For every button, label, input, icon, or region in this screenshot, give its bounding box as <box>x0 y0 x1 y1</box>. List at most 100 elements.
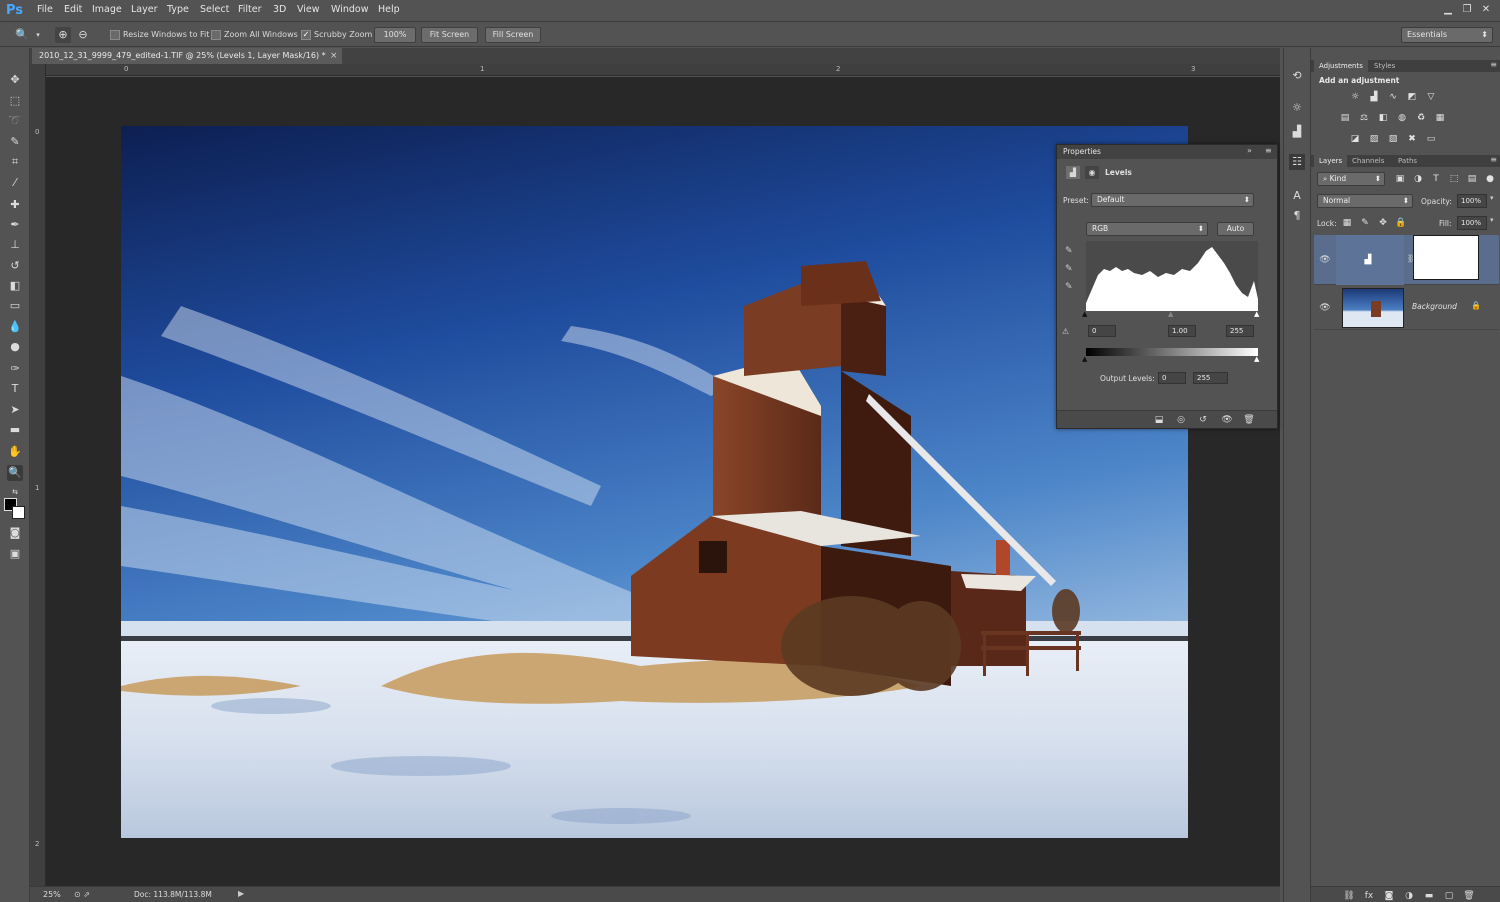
paragraph-panel-icon[interactable]: ¶ <box>1289 208 1305 224</box>
chevron-down-icon[interactable]: ▾ <box>1490 194 1494 202</box>
pen-tool-icon[interactable]: ✑ <box>7 361 23 377</box>
quick-select-tool-icon[interactable]: ✎ <box>7 134 23 150</box>
fill-field[interactable]: 100% <box>1457 216 1487 230</box>
layer-row-background[interactable]: 👁 Background 🔒 <box>1314 286 1499 330</box>
close-tab-icon[interactable]: × <box>330 48 338 64</box>
input-black-field[interactable]: 0 <box>1088 325 1116 337</box>
eyedropper-tool-icon[interactable]: ⁄ <box>7 175 23 191</box>
scrubby-zoom-checkbox[interactable]: ✓ <box>301 30 311 40</box>
preset-select[interactable]: Default ⬍ <box>1091 193 1254 207</box>
workspace-select[interactable]: Essentials ⬍ <box>1401 27 1493 43</box>
tab-layers[interactable]: Layers <box>1314 155 1348 167</box>
gradient-map-icon[interactable]: ▭ <box>1424 133 1438 145</box>
shape-tool-icon[interactable]: ▬ <box>7 422 23 438</box>
path-select-tool-icon[interactable]: ➤ <box>7 402 23 418</box>
invert-icon[interactable]: ◪ <box>1348 133 1362 145</box>
eye-icon[interactable]: 👁 <box>1319 302 1331 314</box>
hand-tool-icon[interactable]: ✋ <box>7 444 23 460</box>
crop-tool-icon[interactable]: ⌗ <box>7 154 23 170</box>
layer-kind-filter[interactable]: ⌕ Kind ⬍ <box>1317 172 1385 186</box>
vibrance-icon[interactable]: ▽ <box>1424 91 1438 103</box>
history-panel-icon[interactable]: ⟲ <box>1289 68 1305 84</box>
input-white-field[interactable]: 255 <box>1226 325 1254 337</box>
auto-button[interactable]: Auto <box>1217 222 1254 236</box>
black-white-icon[interactable]: ◧ <box>1376 112 1390 124</box>
filter-adjustment-icon[interactable]: ◑ <box>1411 173 1425 185</box>
input-white-slider[interactable]: ▲ <box>1254 310 1259 318</box>
eye-icon[interactable]: 👁 <box>1319 254 1331 266</box>
fill-screen-button[interactable]: Fill Screen <box>485 27 541 43</box>
fx-icon[interactable]: fx <box>1363 890 1375 902</box>
histogram-panel-icon[interactable]: ▟ <box>1289 124 1305 140</box>
panel-menu-icon[interactable]: ≡ <box>1490 60 1497 69</box>
zoom-all-checkbox[interactable] <box>211 30 221 40</box>
levels-adj-icon[interactable]: ▟ <box>1367 91 1381 103</box>
blur-tool-icon[interactable]: 💧 <box>7 319 23 335</box>
menu-edit[interactable]: Edit <box>64 4 82 15</box>
lock-position-icon[interactable]: ✥ <box>1376 217 1390 229</box>
zoom-tool-icon[interactable]: 🔍 <box>7 465 23 481</box>
channel-mixer-icon[interactable]: ♻ <box>1414 112 1428 124</box>
menu-layer[interactable]: Layer <box>131 4 158 15</box>
link-layers-icon[interactable]: ⛓ <box>1343 890 1355 902</box>
selective-color-icon[interactable]: ✖ <box>1405 133 1419 145</box>
properties-panel-icon[interactable]: ☷ <box>1289 154 1305 170</box>
tab-channels[interactable]: Channels <box>1347 155 1389 167</box>
history-brush-tool-icon[interactable]: ↺ <box>7 258 23 274</box>
menu-image[interactable]: Image <box>92 4 122 15</box>
blend-mode-select[interactable]: Normal ⬍ <box>1317 194 1413 208</box>
panel-menu-icon[interactable]: ≡ <box>1265 146 1272 155</box>
layer-mask-thumbnail[interactable] <box>1413 235 1479 280</box>
collapse-icon[interactable]: » <box>1247 146 1252 155</box>
screen-mode-icon[interactable]: ▣ <box>7 546 23 562</box>
opacity-field[interactable]: 100% <box>1457 194 1487 208</box>
delete-layer-icon[interactable]: 🗑 <box>1463 890 1475 902</box>
gradient-tool-icon[interactable]: ▭ <box>7 298 23 314</box>
photo-filter-icon[interactable]: ◍ <box>1395 112 1409 124</box>
tab-paths[interactable]: Paths <box>1393 155 1422 167</box>
menu-filter[interactable]: Filter <box>238 4 262 15</box>
filter-type-icon[interactable]: T <box>1429 173 1443 185</box>
reset-icon[interactable]: ↺ <box>1197 414 1209 426</box>
arrow-right-icon[interactable]: ▶ <box>238 889 244 898</box>
menu-file[interactable]: File <box>37 4 53 15</box>
channel-select[interactable]: RGB ⬍ <box>1086 222 1208 236</box>
color-lookup-icon[interactable]: ▦ <box>1433 112 1447 124</box>
character-panel-icon[interactable]: A <box>1289 188 1305 204</box>
input-gamma-field[interactable]: 1.00 <box>1168 325 1196 337</box>
tab-styles[interactable]: Styles <box>1369 60 1400 72</box>
brightness-icon[interactable]: ☼ <box>1348 91 1362 103</box>
visibility-icon[interactable]: 👁 <box>1221 414 1233 426</box>
menu-help[interactable]: Help <box>378 4 400 15</box>
output-white-slider[interactable]: ▲ <box>1254 355 1259 363</box>
filter-pixel-icon[interactable]: ▣ <box>1393 173 1407 185</box>
hue-saturation-icon[interactable]: ▤ <box>1338 112 1352 124</box>
lasso-tool-icon[interactable]: ➰ <box>7 113 23 129</box>
view-previous-icon[interactable]: ◎ <box>1175 414 1187 426</box>
zoom-100-button[interactable]: 100% <box>374 27 416 43</box>
menu-select[interactable]: Select <box>200 4 229 15</box>
menu-view[interactable]: View <box>297 4 320 15</box>
fit-screen-button[interactable]: Fit Screen <box>421 27 478 43</box>
document-tab[interactable]: 2010_12_31_9999_479_edited-1.TIF @ 25% (… <box>32 48 342 64</box>
menu-window[interactable]: Window <box>331 4 368 15</box>
type-tool-icon[interactable]: T <box>7 381 23 397</box>
output-black-slider[interactable]: ▲ <box>1082 355 1087 363</box>
filter-toggle-icon[interactable]: ● <box>1483 173 1497 185</box>
restore-icon[interactable]: ❐ <box>1459 3 1475 17</box>
input-black-slider[interactable]: ▲ <box>1082 310 1087 318</box>
posterize-icon[interactable]: ▨ <box>1367 133 1381 145</box>
zoom-in-icon[interactable]: ⊕ <box>55 27 71 43</box>
tab-adjustments[interactable]: Adjustments <box>1314 60 1368 72</box>
delete-icon[interactable]: 🗑 <box>1243 414 1255 426</box>
new-layer-icon[interactable]: ▢ <box>1443 890 1455 902</box>
dodge-tool-icon[interactable]: ● <box>7 339 23 355</box>
add-mask-icon[interactable]: ◙ <box>1383 890 1395 902</box>
menu-3d[interactable]: 3D <box>273 4 286 15</box>
clipping-warning-icon[interactable]: ⚠ <box>1062 327 1069 336</box>
menu-type[interactable]: Type <box>167 4 189 15</box>
zoom-out-icon[interactable]: ⊖ <box>75 27 91 43</box>
minimize-icon[interactable]: ▁ <box>1440 3 1456 17</box>
chevron-down-icon[interactable]: ▾ <box>30 27 46 43</box>
properties-header[interactable]: Properties » ≡ <box>1057 145 1277 159</box>
